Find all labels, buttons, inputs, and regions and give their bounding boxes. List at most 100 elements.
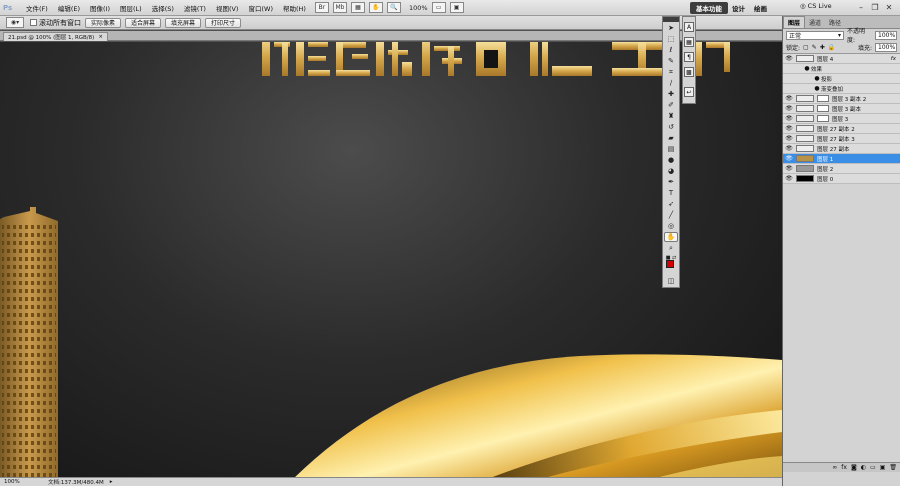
link-layers-icon[interactable]: ∞	[832, 464, 837, 471]
bridge-icon[interactable]: Br	[314, 2, 329, 13]
restore-icon[interactable]: ❐	[870, 2, 880, 13]
character-panel-icon[interactable]: A	[684, 22, 694, 32]
new-group-icon[interactable]: ▭	[870, 464, 876, 471]
hand-icon[interactable]: ✋	[368, 2, 383, 13]
minimize-icon[interactable]: –	[856, 2, 866, 13]
effect-visibility-icon[interactable]: ●	[813, 85, 821, 92]
print-size-button[interactable]: 打印尺寸	[205, 17, 242, 28]
3d-rotate-icon[interactable]: ◎	[664, 221, 678, 231]
close-icon[interactable]: ✕	[884, 2, 894, 13]
minibridge-icon[interactable]: Mb	[332, 2, 347, 13]
zoom-tool-icon-box[interactable]: ⌕	[664, 243, 678, 253]
healing-brush-icon[interactable]: ✚	[664, 89, 678, 99]
effect-visibility-icon[interactable]: ●	[813, 75, 821, 82]
tools-panel-header[interactable]	[663, 17, 679, 22]
quick-select-tool-icon[interactable]: ✎	[664, 56, 678, 66]
status-zoom[interactable]: 100%	[4, 479, 34, 485]
eye-icon[interactable]: 👁	[785, 145, 793, 152]
layer-row[interactable]: ● 投影	[783, 74, 900, 84]
layer-mask-thumbnail[interactable]	[817, 115, 829, 122]
menu-item[interactable]: 图层(L)	[115, 3, 147, 13]
move-tool-icon[interactable]: ➤	[664, 23, 678, 33]
zoom-tool-preset-icon[interactable]: ◉▾	[6, 17, 24, 28]
close-tab-icon[interactable]: ×	[98, 34, 103, 40]
eye-icon[interactable]: 👁	[785, 95, 793, 102]
pen-tool-icon[interactable]: ✒	[664, 177, 678, 187]
layer-row[interactable]: 👁 图层 27 副本 3	[783, 134, 900, 144]
foreground-color-swatch[interactable]	[666, 260, 674, 268]
lock-image-icon[interactable]: ✎	[812, 44, 817, 51]
document-tab[interactable]: 21.psd @ 100% (图层 1, RGB/8) ×	[3, 32, 108, 41]
screen-mode-icon[interactable]: ▣	[449, 2, 464, 13]
layer-fx-badge[interactable]: fx	[891, 56, 896, 62]
eraser-tool-icon[interactable]: ▰	[664, 133, 678, 143]
status-arrow-icon[interactable]: ▸	[110, 479, 113, 485]
menu-item[interactable]: 滤镜(T)	[179, 3, 211, 13]
grid-icon[interactable]: ▦	[350, 2, 365, 13]
eye-icon[interactable]: 👁	[785, 135, 793, 142]
clone-stamp-icon[interactable]: ♜	[664, 111, 678, 121]
layers-panel-tab[interactable]: 路径	[825, 17, 845, 28]
layers-panel-tab[interactable]: 通道	[805, 17, 825, 28]
fit-screen-button[interactable]: 适合屏幕	[125, 17, 162, 28]
layer-row[interactable]: ● 效果	[783, 64, 900, 74]
layer-row[interactable]: 👁 图层 0	[783, 174, 900, 184]
brush-panel-icon[interactable]: ▩	[684, 67, 694, 77]
workspace-essentials[interactable]: 基本功能	[690, 2, 728, 14]
menu-item[interactable]: 选择(S)	[147, 3, 179, 13]
layer-row[interactable]: 👁 图层 3	[783, 114, 900, 124]
cs-live-button[interactable]: ◎ CS Live	[800, 2, 832, 10]
gradient-tool-icon[interactable]: ▤	[664, 144, 678, 154]
eyedropper-tool-icon[interactable]: ∕	[664, 78, 678, 88]
layer-row[interactable]: ● 渐变叠加	[783, 84, 900, 94]
swatches-panel-icon[interactable]: ▦	[684, 37, 694, 47]
paragraph-panel-icon[interactable]: ¶	[684, 52, 694, 62]
eye-icon[interactable]: 👁	[785, 125, 793, 132]
lock-transparent-icon[interactable]: ▢	[803, 44, 809, 51]
blend-mode-select[interactable]: 正常 ▾	[786, 30, 844, 40]
layer-row[interactable]: 👁 图层 3 副本 2	[783, 94, 900, 104]
new-layer-icon[interactable]: ▣	[880, 464, 886, 471]
zoom-tool-icon[interactable]: 🔍	[386, 2, 401, 13]
layer-row[interactable]: 👁 图层 27 副本	[783, 144, 900, 154]
blur-tool-icon[interactable]: ●	[664, 155, 678, 165]
brush-tool-icon[interactable]: ✐	[664, 100, 678, 110]
shape-tool-icon[interactable]: ╱	[664, 210, 678, 220]
fx-icon[interactable]: fx	[841, 464, 847, 471]
actual-pixels-button[interactable]: 实际像素	[85, 17, 122, 28]
layer-row[interactable]: 👁 图层 4 fx	[783, 54, 900, 64]
menu-item[interactable]: 窗口(W)	[243, 3, 278, 13]
eye-icon[interactable]: 👁	[785, 105, 793, 112]
menu-item[interactable]: 编辑(E)	[53, 3, 85, 13]
effect-visibility-icon[interactable]: ●	[803, 65, 811, 72]
lock-all-icon[interactable]: 🔒	[828, 44, 835, 51]
quick-mask-icon[interactable]: ◫	[664, 276, 678, 286]
menu-item[interactable]: 视图(V)	[211, 3, 244, 13]
zoom-level[interactable]: 100%	[409, 4, 428, 12]
crop-tool-icon[interactable]: ⌗	[664, 67, 678, 77]
fill-field[interactable]: 100%	[875, 42, 897, 52]
fill-screen-button[interactable]: 填充屏幕	[165, 17, 202, 28]
menu-item[interactable]: 图像(I)	[85, 3, 115, 13]
hand-tool-icon[interactable]: ✋	[664, 232, 678, 242]
workspace-painting[interactable]: 绘画	[748, 2, 773, 14]
layer-mask-thumbnail[interactable]	[817, 95, 829, 102]
add-mask-icon[interactable]: ◙	[851, 464, 857, 471]
type-tool-icon[interactable]: T	[664, 188, 678, 198]
eye-icon[interactable]: 👁	[785, 155, 793, 162]
opacity-field[interactable]: 100%	[875, 30, 897, 40]
adjustment-layer-icon[interactable]: ◐	[861, 464, 866, 471]
menu-item[interactable]: 文件(F)	[21, 3, 53, 13]
lock-position-icon[interactable]: ✚	[820, 44, 825, 51]
lasso-tool-icon[interactable]: ℓ	[664, 45, 678, 55]
adjust-panel-icon[interactable]: ↩	[684, 87, 694, 97]
marquee-tool-icon[interactable]: ⬚	[664, 34, 678, 44]
layer-row[interactable]: 👁 图层 3 副本	[783, 104, 900, 114]
delete-layer-icon[interactable]: 🗑	[889, 464, 897, 471]
path-select-icon[interactable]: ➶	[664, 199, 678, 209]
eye-icon[interactable]: 👁	[785, 115, 793, 122]
arrange-icon[interactable]: ▭	[431, 2, 446, 13]
scroll-all-checkbox[interactable]	[30, 19, 37, 26]
eye-icon[interactable]: 👁	[785, 55, 793, 62]
dodge-tool-icon[interactable]: ◕	[664, 166, 678, 176]
